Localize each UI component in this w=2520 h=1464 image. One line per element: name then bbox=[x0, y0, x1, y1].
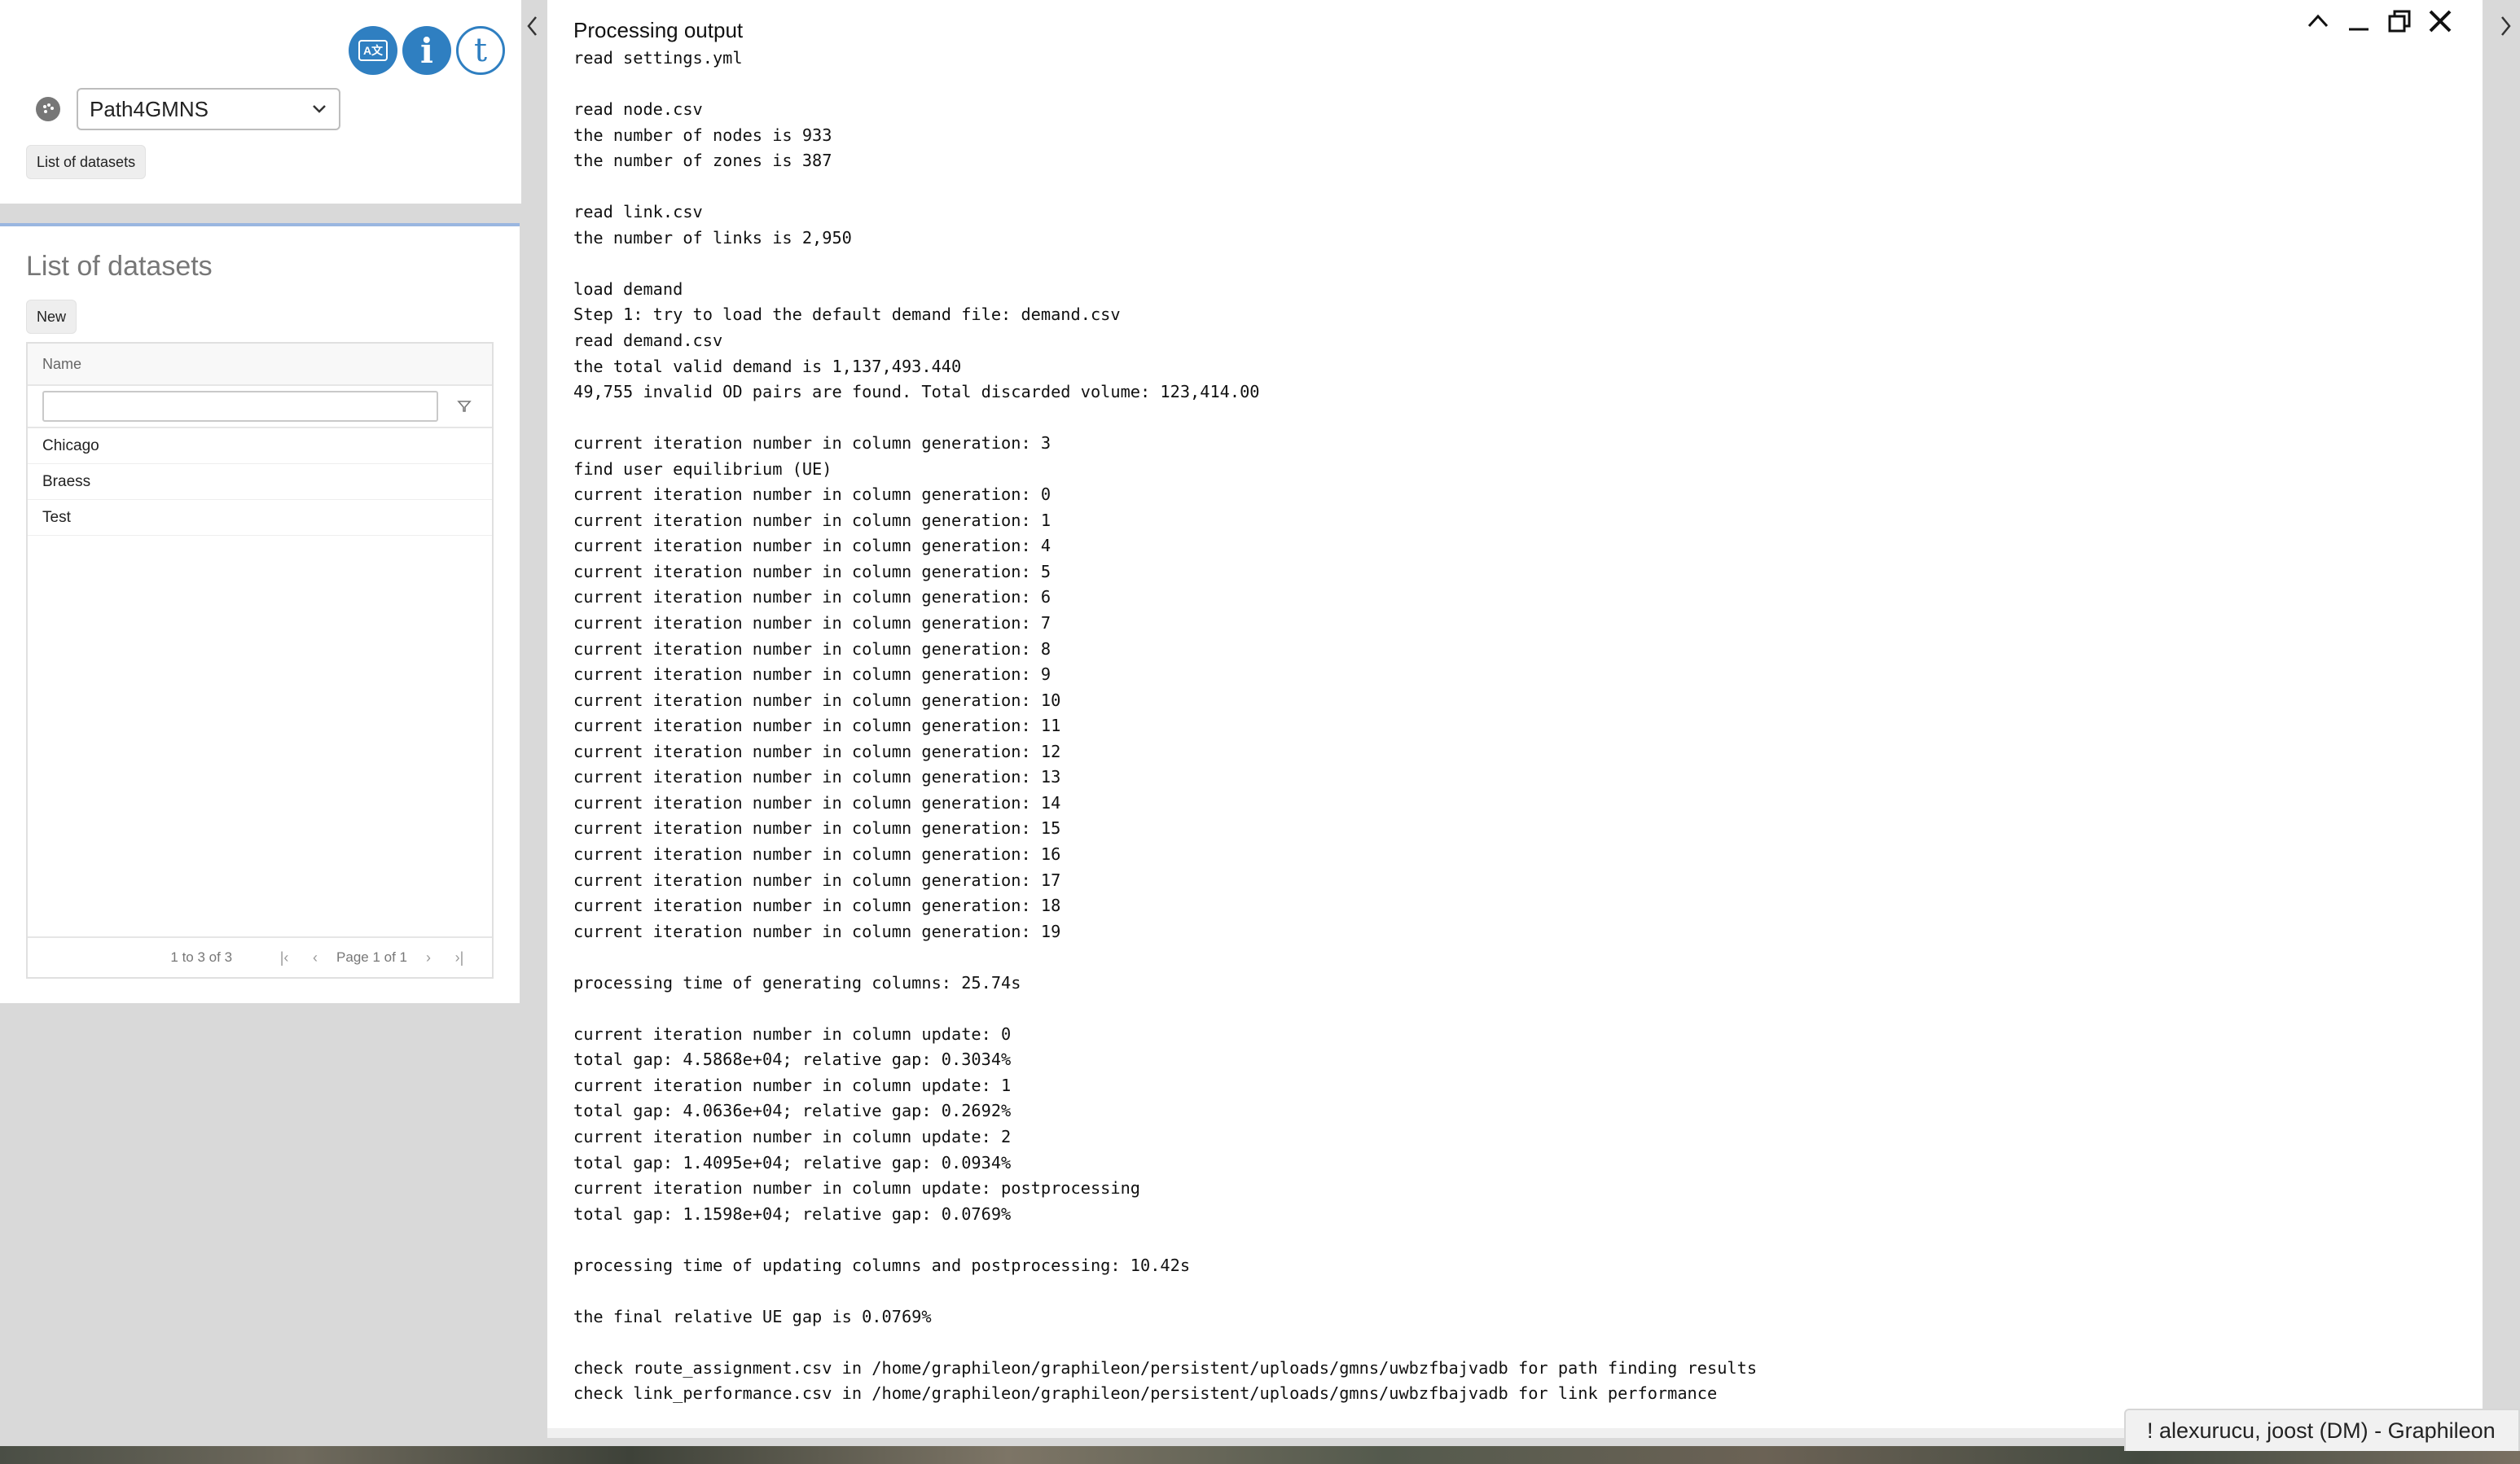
output-line: read settings.yml bbox=[573, 48, 743, 68]
output-line: total gap: 4.5868e+04; relative gap: 0.3… bbox=[573, 1050, 1012, 1070]
output-line: read demand.csv bbox=[573, 331, 723, 351]
output-title: Processing output bbox=[573, 18, 744, 42]
output-line: processing time of generating columns: 2… bbox=[573, 972, 1021, 993]
name-filter-input[interactable] bbox=[42, 391, 438, 422]
output-line: current iteration number in column updat… bbox=[573, 1178, 1140, 1199]
output-line: the total valid demand is 1,137,493.440 bbox=[573, 356, 962, 376]
output-line: current iteration number in column gener… bbox=[573, 536, 1051, 556]
output-line: read link.csv bbox=[573, 202, 703, 222]
output-line: current iteration number in column gener… bbox=[573, 870, 1061, 890]
column-header-name[interactable]: Name bbox=[28, 344, 492, 386]
output-line: check route_assignment.csv in /home/grap… bbox=[573, 1357, 1758, 1378]
info-glyph: i bbox=[420, 30, 433, 71]
output-line: Step 1: try to load the default demand f… bbox=[573, 305, 1121, 325]
output-line: current iteration number in column gener… bbox=[573, 510, 1051, 530]
collapse-right-icon[interactable] bbox=[2492, 8, 2518, 44]
processing-output-log: read settings.yml read node.csv the numbe… bbox=[573, 46, 2456, 1407]
last-page-icon[interactable]: ›| bbox=[450, 948, 469, 967]
output-line: total gap: 4.0636e+04; relative gap: 0.2… bbox=[573, 1101, 1012, 1121]
output-line: 49,755 invalid OD pairs are found. Total… bbox=[573, 382, 1260, 402]
output-line: current iteration number in column gener… bbox=[573, 433, 1051, 454]
output-line: current iteration number in column gener… bbox=[573, 921, 1061, 941]
output-line: current iteration number in column gener… bbox=[573, 561, 1051, 581]
dataset-row-chicago[interactable]: Chicago bbox=[28, 428, 492, 464]
output-line: current iteration number in column updat… bbox=[573, 1126, 1012, 1146]
output-line: the final relative UE gap is 0.0769% bbox=[573, 1306, 932, 1326]
output-line: total gap: 1.4095e+04; relative gap: 0.0… bbox=[573, 1152, 1012, 1173]
output-line: current iteration number in column updat… bbox=[573, 1075, 1012, 1095]
output-line: current iteration number in column gener… bbox=[573, 587, 1051, 607]
app-select-row: Path4GMNS bbox=[36, 88, 340, 130]
output-line: total gap: 1.1598e+04; relative gap: 0.0… bbox=[573, 1203, 1012, 1224]
output-line: current iteration number in column gener… bbox=[573, 767, 1061, 787]
app-header-panel: A文 i t Path4GMNS List of datasets bbox=[0, 0, 521, 213]
new-dataset-button[interactable]: New bbox=[26, 300, 77, 334]
output-line: current iteration number in column gener… bbox=[573, 792, 1061, 813]
collapse-left-icon[interactable] bbox=[520, 8, 546, 44]
output-line: current iteration number in column gener… bbox=[573, 613, 1051, 633]
first-page-icon[interactable]: |‹ bbox=[274, 948, 294, 967]
output-line: load demand bbox=[573, 278, 683, 299]
close-icon[interactable] bbox=[2427, 8, 2453, 34]
output-line: current iteration number in column gener… bbox=[573, 818, 1061, 839]
row-count: 1 to 3 of 3 bbox=[170, 949, 233, 965]
app-select-value: Path4GMNS bbox=[90, 96, 209, 121]
output-line: current iteration number in column gener… bbox=[573, 484, 1051, 505]
next-page-icon[interactable]: › bbox=[419, 948, 438, 967]
minimize-icon[interactable] bbox=[2346, 8, 2372, 34]
previous-page-icon[interactable]: ‹ bbox=[305, 948, 325, 967]
page-info: Page 1 of 1 bbox=[336, 949, 407, 965]
processing-output-window: Processing output read settings.yml read… bbox=[547, 0, 2483, 1438]
output-line: the number of links is 2,950 bbox=[573, 227, 852, 248]
output-line: current iteration number in column gener… bbox=[573, 896, 1061, 916]
collapse-up-icon[interactable] bbox=[2305, 8, 2331, 34]
palette-icon[interactable] bbox=[36, 97, 60, 121]
output-line: current iteration number in column updat… bbox=[573, 1023, 1012, 1044]
output-line: current iteration number in column gener… bbox=[573, 690, 1061, 710]
app-select[interactable]: Path4GMNS bbox=[77, 88, 340, 130]
output-line: current iteration number in column gener… bbox=[573, 638, 1051, 659]
filter-icon[interactable] bbox=[454, 397, 474, 416]
datasets-panel: List of datasets New Name Chicago Braess… bbox=[0, 223, 520, 1003]
output-line: current iteration number in column gener… bbox=[573, 741, 1061, 761]
t-logo-glyph: t bbox=[473, 32, 488, 69]
chevron-down-icon bbox=[313, 105, 326, 113]
translate-icon[interactable]: A文 bbox=[349, 26, 397, 75]
output-line: check link_performance.csv in /home/grap… bbox=[573, 1383, 1718, 1404]
output-line: processing time of updating columns and … bbox=[573, 1255, 1191, 1275]
info-icon[interactable]: i bbox=[402, 26, 451, 75]
output-line: current iteration number in column gener… bbox=[573, 664, 1051, 685]
user-session-tab[interactable]: ! alexurucu, joost (DM) - Graphileon bbox=[2124, 1409, 2520, 1451]
output-line: current iteration number in column gener… bbox=[573, 716, 1061, 736]
translate-glyph: A文 bbox=[358, 40, 388, 61]
header-icon-group: A文 i t bbox=[349, 26, 505, 75]
output-line: the number of nodes is 933 bbox=[573, 125, 832, 145]
grid-pagination: 1 to 3 of 3 |‹ ‹ Page 1 of 1 › ›| bbox=[28, 936, 492, 977]
output-line: read node.csv bbox=[573, 99, 703, 120]
filter-row bbox=[28, 386, 492, 428]
output-line: the number of zones is 387 bbox=[573, 151, 832, 171]
datasets-grid: Name Chicago Braess Test 1 to 3 of 3 |‹ … bbox=[26, 342, 494, 979]
window-controls bbox=[2305, 8, 2453, 34]
output-line: current iteration number in column gener… bbox=[573, 844, 1061, 864]
t-logo-icon[interactable]: t bbox=[456, 26, 505, 75]
restore-icon[interactable] bbox=[2386, 8, 2412, 34]
dataset-row-test[interactable]: Test bbox=[28, 500, 492, 536]
datasets-title: List of datasets bbox=[26, 251, 213, 282]
list-of-datasets-button[interactable]: List of datasets bbox=[26, 145, 147, 179]
dataset-row-braess[interactable]: Braess bbox=[28, 464, 492, 500]
output-line: find user equilibrium (UE) bbox=[573, 458, 832, 479]
